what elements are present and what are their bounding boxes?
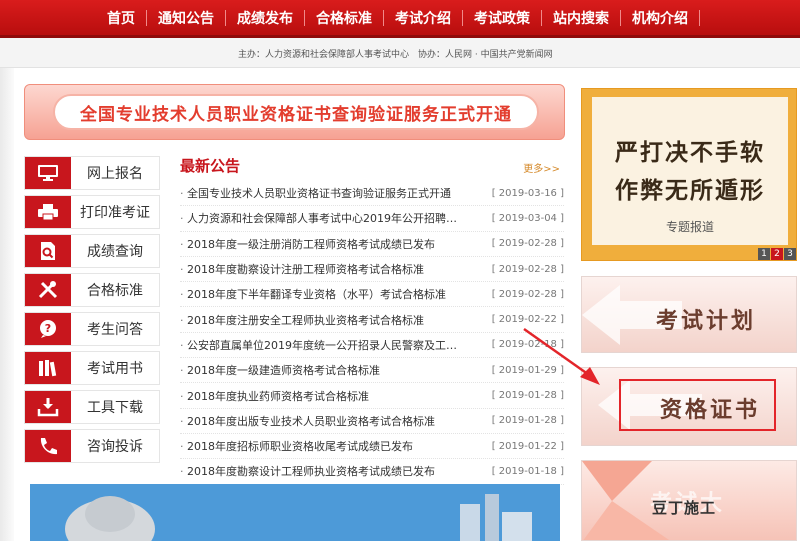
notice-link[interactable]: 2018年度招标师职业资格收尾考试成绩已发布 xyxy=(180,438,413,454)
notice-more-link[interactable]: 更多>> xyxy=(523,160,560,175)
banner-text: 全国专业技术人员职业资格证书查询验证服务正式开通 xyxy=(80,104,512,125)
watermark-text: 豆丁施工 xyxy=(652,499,717,517)
nav-results[interactable]: 成绩发布 xyxy=(226,8,304,28)
notice-date: [ 2019-02-28 ] xyxy=(491,238,564,250)
bottom-photo-banner[interactable] xyxy=(30,484,560,541)
lion-statue-photo xyxy=(30,484,560,541)
nav-exam-intro[interactable]: 考试介绍 xyxy=(384,8,462,28)
menu-score-query[interactable]: 成绩查询 xyxy=(24,234,160,268)
highlight-frame xyxy=(619,379,776,431)
notice-link[interactable]: 2018年度注册安全工程师执业资格考试合格标准 xyxy=(180,312,424,328)
printer-icon xyxy=(25,196,71,228)
notice-link[interactable]: 2018年度一级建造师资格考试合格标准 xyxy=(180,362,380,378)
notice-header: 最新公告 更多>> xyxy=(180,155,562,177)
books-icon xyxy=(25,352,71,384)
computer-icon xyxy=(25,157,71,189)
notice-title: 最新公告 xyxy=(180,157,241,175)
pager-dot-active[interactable]: 2 xyxy=(771,248,783,260)
notice-link[interactable]: 2018年度下半年翻译专业资格（水平）考试合格标准 xyxy=(180,286,446,302)
notice-link[interactable]: 2018年度出版专业技术人员职业资格考试合格标准 xyxy=(180,413,435,429)
notice-row: 2018年度招标师职业资格收尾考试成绩已发布 [ 2019-01-22 ] xyxy=(180,434,564,460)
nav-separator xyxy=(699,9,700,26)
notice-date: [ 2019-01-18 ] xyxy=(491,465,564,477)
menu-exam-books[interactable]: 考试用书 xyxy=(24,351,160,385)
notice-row: 全国专业技术人员职业资格证书查询验证服务正式开通 [ 2019-03-16 ] xyxy=(180,181,564,207)
notice-list: 全国专业技术人员职业资格证书查询验证服务正式开通 [ 2019-03-16 ] 人… xyxy=(180,181,564,485)
exam-plan-label: 考试计划 xyxy=(656,309,757,334)
promo-subtitle: 专题报道 xyxy=(665,220,714,234)
notice-row: 公安部直属单位2019年度统一公开招录人民警察及工…[ 2019-02-18 ] xyxy=(180,333,564,359)
question-icon: ? xyxy=(25,313,71,345)
sponsor-bar: 主办：人力资源和社会保障部人事考试中心 协办：人民网 · 中国共产党新闻网 xyxy=(0,38,800,68)
pager-dot[interactable]: 3 xyxy=(784,248,796,260)
cert-verify-banner[interactable]: 全国专业技术人员职业资格证书查询验证服务正式开通 xyxy=(24,84,565,140)
notice-link[interactable]: 2018年度勘察设计注册工程师资格考试合格标准 xyxy=(180,261,424,277)
menu-label: 考试用书 xyxy=(87,361,143,377)
nav-list: 首页 通知公告 成绩发布 合格标准 考试介绍 考试政策 站内搜索 机构介绍 xyxy=(0,0,800,35)
svg-text:?: ? xyxy=(45,322,51,335)
nav-home[interactable]: 首页 xyxy=(96,8,146,28)
menu-label: 咨询投诉 xyxy=(87,439,143,455)
menu-pass-standards[interactable]: 合格标准 xyxy=(24,273,160,307)
phone-icon xyxy=(25,430,71,462)
exam-plan-link[interactable]: 考试计划 xyxy=(581,276,797,353)
notice-date: [ 2019-03-16 ] xyxy=(491,187,564,199)
notice-date: [ 2019-01-22 ] xyxy=(491,440,564,452)
notice-date: [ 2019-02-28 ] xyxy=(491,263,564,275)
slide-pager: 1 2 3 xyxy=(757,248,796,260)
notice-row: 2018年度下半年翻译专业资格（水平）考试合格标准 [ 2019-02-28 ] xyxy=(180,282,564,308)
notice-link[interactable]: 人力资源和社会保障部人事考试中心2019年公开招聘… xyxy=(180,210,457,226)
menu-label: 成绩查询 xyxy=(87,244,143,260)
notice-row: 2018年度出版专业技术人员职业资格考试合格标准 [ 2019-01-28 ] xyxy=(180,409,564,434)
menu-label: 工具下载 xyxy=(87,400,143,416)
nav-about[interactable]: 机构介绍 xyxy=(621,8,699,28)
red-pointer-arrow-icon xyxy=(523,327,600,385)
menu-label: 考生问答 xyxy=(87,322,143,338)
special-report-card: 严打决不手软 作弊无所遁形 专题报道 xyxy=(592,97,788,245)
notice-row: 2018年度勘察设计注册工程师资格考试合格标准 [ 2019-02-28 ] xyxy=(180,257,564,283)
nav-notices[interactable]: 通知公告 xyxy=(147,8,225,28)
banner-pill: 全国专业技术人员职业资格证书查询验证服务正式开通 xyxy=(53,94,539,130)
anti-cheating-special-report[interactable]: 严打决不手软 作弊无所遁形 专题报道 1 2 3 xyxy=(581,88,797,261)
notice-link[interactable]: 2018年度执业药师资格考试合格标准 xyxy=(180,388,369,404)
nav-standards[interactable]: 合格标准 xyxy=(305,8,383,28)
side-menu: 网上报名 打印准考证 成绩查询 合格标准 ? 考生问答 考试用书 工具下载 咨询… xyxy=(24,156,160,468)
notice-link[interactable]: 2018年度勘察设计工程师执业资格考试成绩已发布 xyxy=(180,463,435,479)
notice-row: 2018年度注册安全工程师执业资格考试合格标准 [ 2019-02-22 ] xyxy=(180,307,564,333)
promo-headline-2: 作弊无所遁形 xyxy=(615,178,765,204)
menu-label: 合格标准 xyxy=(87,283,143,299)
tools-icon xyxy=(25,274,71,306)
notice-link[interactable]: 公安部直属单位2019年度统一公开招录人民警察及工… xyxy=(180,337,457,353)
pager-dot[interactable]: 1 xyxy=(758,248,770,260)
notice-row: 人力资源和社会保障部人事考试中心2019年公开招聘… [ 2019-03-04 ] xyxy=(180,206,564,232)
menu-print-admission[interactable]: 打印准考证 xyxy=(24,195,160,229)
promo-headline-1: 严打决不手软 xyxy=(615,140,765,166)
download-icon xyxy=(25,391,71,423)
menu-label: 网上报名 xyxy=(87,166,143,182)
notice-row: 2018年度执业药师资格考试合格标准[ 2019-01-28 ] xyxy=(180,383,564,409)
menu-online-registration[interactable]: 网上报名 xyxy=(24,156,160,190)
top-navigation: 首页 通知公告 成绩发布 合格标准 考试介绍 考试政策 站内搜索 机构介绍 xyxy=(0,0,800,38)
sponsor-text: 主办：人力资源和社会保障部人事考试中心 协办：人民网 · 中国共产党新闻网 xyxy=(238,50,553,60)
notice-row: 2018年度勘察设计工程师执业资格考试成绩已发布 [ 2019-01-18 ] xyxy=(180,459,564,485)
nav-site-search[interactable]: 站内搜索 xyxy=(542,8,620,28)
menu-candidate-qa[interactable]: ? 考生问答 xyxy=(24,312,160,346)
notice-link[interactable]: 全国专业技术人员职业资格证书查询验证服务正式开通 xyxy=(180,185,451,201)
qualification-cert-link[interactable]: 资格证书 xyxy=(581,367,797,446)
notice-link[interactable]: 2018年度一级注册消防工程师资格考试成绩已发布 xyxy=(180,236,435,252)
menu-consult-complaint[interactable]: 咨询投诉 xyxy=(24,429,160,463)
nav-exam-policy[interactable]: 考试政策 xyxy=(463,8,541,28)
menu-label: 打印准考证 xyxy=(80,205,150,221)
notice-date: [ 2019-01-28 ] xyxy=(491,415,564,427)
search-document-icon xyxy=(25,235,71,267)
notice-row: 2018年度一级注册消防工程师资格考试成绩已发布 [ 2019-02-28 ] xyxy=(180,232,564,257)
notice-date: [ 2019-02-28 ] xyxy=(491,288,564,300)
notice-row: 2018年度一级建造师资格考试合格标准[ 2019-01-29 ] xyxy=(180,358,564,384)
notice-date: [ 2019-03-04 ] xyxy=(491,212,564,224)
menu-tool-download[interactable]: 工具下载 xyxy=(24,390,160,424)
notice-date: [ 2019-02-22 ] xyxy=(491,314,564,326)
page-edge-shadow xyxy=(0,68,14,541)
